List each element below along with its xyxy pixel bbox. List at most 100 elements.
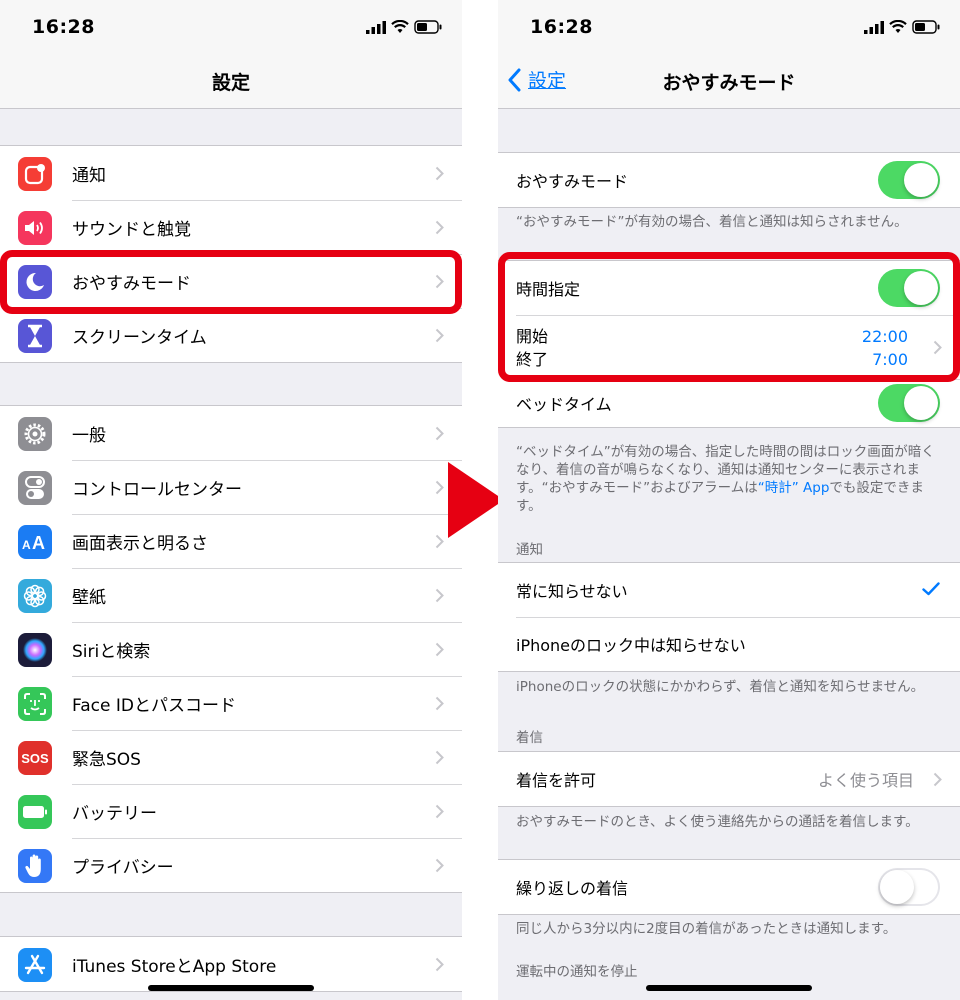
battery-status-icon xyxy=(414,20,442,34)
bedtime-switch[interactable] xyxy=(878,384,940,422)
toggles-icon xyxy=(18,471,52,505)
hand-icon xyxy=(18,849,52,883)
settings-item-privacy[interactable]: プライバシー xyxy=(0,838,462,892)
settings-item-siri-search[interactable]: Siriと検索 xyxy=(0,622,462,676)
dnd-row: おやすみモード xyxy=(498,153,960,207)
highlight-box xyxy=(0,250,462,314)
chevron-right-icon xyxy=(435,858,444,873)
home-indicator[interactable] xyxy=(646,985,812,991)
wifi-icon xyxy=(391,20,409,33)
calls-section-header: 着信 xyxy=(516,730,543,746)
status-time: 16:28 xyxy=(32,16,95,38)
while-locked-label: iPhoneのロック中は知らせない xyxy=(516,636,746,655)
chevron-right-icon xyxy=(435,642,444,657)
settings-item-label: 通知 xyxy=(72,165,106,186)
notify-footer: iPhoneのロックの状態にかかわらず、着信と通知を知らせません。 xyxy=(516,679,925,695)
navigation-bar: 設定 おやすみモード xyxy=(498,56,960,109)
settings-item-emergency-sos[interactable]: SOS 緊急SOS xyxy=(0,730,462,784)
settings-item-face-id[interactable]: Face IDとパスコード xyxy=(0,676,462,730)
while-locked-row[interactable]: iPhoneのロック中は知らせない xyxy=(498,617,960,671)
settings-item-label: Siriと検索 xyxy=(72,641,151,662)
notify-group: 常に知らせない iPhoneのロック中は知らせない xyxy=(498,562,960,672)
bedtime-row: ベッドタイム xyxy=(498,379,960,427)
repeated-calls-row: 繰り返しの着信 xyxy=(498,860,960,914)
page-title: 設定 xyxy=(211,72,250,94)
calls-group: 着信を許可 よく使う項目 xyxy=(498,751,960,807)
text-size-icon: AA xyxy=(18,525,52,559)
chevron-right-icon xyxy=(435,220,444,235)
dnd-footer: “おやすみモード”が有効の場合、着信と通知は知らされません。 xyxy=(516,214,908,230)
allow-calls-label: 着信を許可 xyxy=(516,771,597,790)
clock-app-link[interactable]: “時計” App xyxy=(758,480,830,496)
settings-item-label: 画面表示と明るさ xyxy=(72,533,208,554)
settings-item-label: 緊急SOS xyxy=(72,749,141,770)
settings-group-3: iTunes StoreとApp Store xyxy=(0,936,462,992)
do-not-disturb-screen: 16:28 設定 おやすみモード おやすみモード “おやすみモード”が有効の場合… xyxy=(498,0,960,1000)
page-title: おやすみモード xyxy=(662,72,796,94)
settings-item-label: 一般 xyxy=(72,425,106,446)
chevron-right-icon xyxy=(435,804,444,819)
svg-text:A: A xyxy=(22,538,32,551)
settings-item-wallpaper[interactable]: 壁紙 xyxy=(0,568,462,622)
repeated-calls-footer: 同じ人から3分以内に2度目の着信があったときは通知します。 xyxy=(516,921,897,937)
settings-item-battery[interactable]: バッテリー xyxy=(0,784,462,838)
sos-icon: SOS xyxy=(18,741,52,775)
settings-item-label: 壁紙 xyxy=(72,587,106,608)
cellular-signal-icon xyxy=(864,20,884,34)
allow-calls-row[interactable]: 着信を許可 よく使う項目 xyxy=(498,752,960,806)
notifications-icon xyxy=(18,157,52,191)
face-id-icon xyxy=(18,687,52,721)
repeated-calls-group: 繰り返しの着信 xyxy=(498,859,960,915)
status-time: 16:28 xyxy=(530,16,593,38)
settings-item-label: iTunes StoreとApp Store xyxy=(72,956,277,977)
dnd-switch[interactable] xyxy=(878,161,940,199)
flower-icon xyxy=(18,579,52,613)
settings-item-label: バッテリー xyxy=(72,803,157,824)
svg-text:A: A xyxy=(32,533,46,551)
settings-screen: 16:28 設定 通知 サウンドと触覚 おやすみモード スクリーンタイム 一般 … xyxy=(0,0,462,1000)
settings-item-display-brightness[interactable]: AA 画面表示と明るさ xyxy=(0,514,462,568)
wifi-icon xyxy=(889,20,907,33)
highlight-box xyxy=(498,252,960,382)
calls-footer: おやすみモードのとき、よく使う連絡先からの通話を着信します。 xyxy=(516,814,919,830)
dnd-label: おやすみモード xyxy=(516,172,629,191)
always-silence-label: 常に知らせない xyxy=(516,582,628,601)
home-indicator[interactable] xyxy=(148,985,314,991)
settings-item-notifications[interactable]: 通知 xyxy=(0,146,462,200)
chevron-right-icon xyxy=(435,534,444,549)
repeated-calls-switch[interactable] xyxy=(878,868,940,906)
chevron-right-icon xyxy=(435,957,444,972)
chevron-right-icon xyxy=(435,588,444,603)
chevron-right-icon xyxy=(435,480,444,495)
settings-item-label: Face IDとパスコード xyxy=(72,695,236,716)
checkmark-icon xyxy=(922,582,940,596)
navigation-bar: 設定 xyxy=(0,56,462,109)
cellular-signal-icon xyxy=(366,20,386,34)
settings-item-label: コントロールセンター xyxy=(72,479,242,500)
status-bar: 16:28 xyxy=(498,0,960,56)
settings-item-screen-time[interactable]: スクリーンタイム xyxy=(0,308,462,362)
settings-item-control-center[interactable]: コントロールセンター xyxy=(0,460,462,514)
settings-item-sounds[interactable]: サウンドと触覚 xyxy=(0,200,462,254)
settings-item-app-store[interactable]: iTunes StoreとApp Store xyxy=(0,937,462,991)
siri-icon xyxy=(18,633,52,667)
settings-item-label: サウンドと触覚 xyxy=(72,219,191,240)
sos-icon-text: SOS xyxy=(21,750,49,766)
status-icons xyxy=(864,20,940,34)
driving-section-header: 運転中の通知を停止 xyxy=(516,964,638,980)
bedtime-footer: “ベッドタイム”が有効の場合、指定した時間の間はロック画面が暗くなり、着信の音が… xyxy=(516,443,938,515)
chevron-right-icon xyxy=(435,426,444,441)
bedtime-label: ベッドタイム xyxy=(516,395,612,414)
speaker-icon xyxy=(18,211,52,245)
settings-item-label: プライバシー xyxy=(72,857,174,878)
settings-item-label: スクリーンタイム xyxy=(72,327,207,348)
settings-group-2: 一般 コントロールセンター AA 画面表示と明るさ 壁紙 Siriと検索 Fac… xyxy=(0,405,462,893)
settings-item-general[interactable]: 一般 xyxy=(0,406,462,460)
always-silence-row[interactable]: 常に知らせない xyxy=(498,563,960,617)
arrow-right-icon xyxy=(448,462,504,538)
battery-status-icon xyxy=(912,20,940,34)
repeated-calls-label: 繰り返しの着信 xyxy=(516,879,629,898)
status-icons xyxy=(366,20,442,34)
chevron-right-icon xyxy=(933,772,942,787)
status-bar: 16:28 xyxy=(0,0,462,56)
